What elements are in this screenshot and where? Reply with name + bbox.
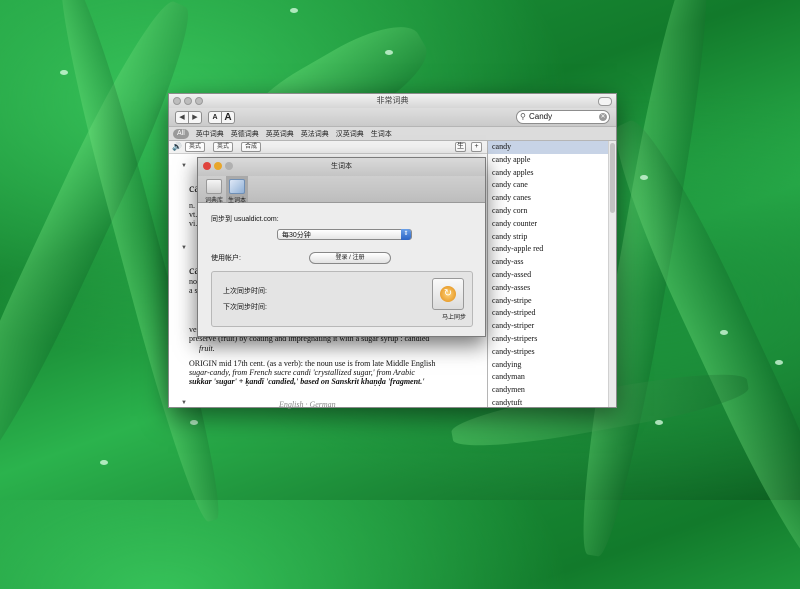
disclosure-triangle-icon[interactable]: ▼ xyxy=(181,245,187,251)
sync-to-label: 同步到 usualdict.com: xyxy=(211,216,279,223)
search-icon: ⚲ xyxy=(520,112,526,121)
fruit-line: fruit. xyxy=(199,344,215,353)
clear-search-icon[interactable]: ✕ xyxy=(599,113,607,121)
word-list-item[interactable]: candy-stripe xyxy=(488,295,616,308)
vocab-book-icon xyxy=(229,179,245,194)
pronunciation-bar: 🔊 英式 英式 合成 生 + xyxy=(169,141,487,154)
search-input[interactable]: ⚲ Candy ✕ xyxy=(516,110,610,124)
login-register-button[interactable]: 登录 / 注册 xyxy=(309,252,391,264)
tab-zh-en[interactable]: 汉英词典 xyxy=(336,129,364,139)
window-title: 非常词典 xyxy=(376,96,409,105)
search-value: Candy xyxy=(529,112,553,121)
zoom-button[interactable] xyxy=(195,97,203,105)
sync-now-label: 马上同步 xyxy=(441,315,466,321)
select-arrows-icon: ⇕ xyxy=(401,229,411,240)
close-button[interactable] xyxy=(173,97,181,105)
word-list-item[interactable]: candy canes xyxy=(488,192,616,205)
word-list-item[interactable]: candy cane xyxy=(488,179,616,192)
word-list-item[interactable]: candy-asses xyxy=(488,282,616,295)
word-list-scrollbar[interactable] xyxy=(608,141,616,407)
origin-text: ORIGIN mid 17th cent. (as a verb): the n… xyxy=(189,359,436,386)
forward-button[interactable]: ▶ xyxy=(189,111,202,124)
scrollbar-thumb[interactable] xyxy=(610,143,615,213)
vocabulary-dialog: 生词本 词典库 生词本 同步到 usualdict.com: 每30分钟 ⇕ 使… xyxy=(197,157,486,337)
next-sync-label: 下次同步时间: xyxy=(223,304,267,311)
word-list-item[interactable]: candymen xyxy=(488,384,616,397)
definition-lines-top: n. vt. vi. xyxy=(189,201,198,228)
back-button[interactable]: ◀ xyxy=(175,111,189,124)
word-list-item[interactable]: candy counter xyxy=(488,218,616,231)
word-list-pane: candy candy apple candy apples candy cane ca… xyxy=(488,141,616,407)
disclosure-triangle-icon[interactable]: ▼ xyxy=(181,400,187,406)
dialog-zoom-button[interactable] xyxy=(225,162,233,170)
dictionary-tabs: All 英中词典 英德词典 英英词典 英法词典 汉英词典 生词本 xyxy=(169,127,616,141)
sync-now-button[interactable]: ↻ xyxy=(432,278,464,310)
tab-en-de[interactable]: 英德词典 xyxy=(231,129,259,139)
disclosure-triangle-icon[interactable]: ▼ xyxy=(181,163,187,169)
window-titlebar[interactable]: 非常词典 xyxy=(169,94,616,108)
word-list-item[interactable]: candy xyxy=(488,141,616,154)
word-list-item[interactable]: candy-apple red xyxy=(488,243,616,256)
tab-dictionary-library[interactable]: 词典库 xyxy=(203,176,225,204)
word-list-item[interactable]: candying xyxy=(488,359,616,372)
word-list-item[interactable]: candy apple xyxy=(488,154,616,167)
add-button[interactable]: + xyxy=(471,142,482,152)
word-list-item[interactable]: candy-striped xyxy=(488,307,616,320)
tab-en-en[interactable]: 英英词典 xyxy=(266,129,294,139)
sync-interval-select[interactable]: 每30分钟 ⇕ xyxy=(277,229,412,240)
word-list-item[interactable]: candy-assed xyxy=(488,269,616,282)
sync-status-box: 上次同步时间: 下次同步时间: ↻ 马上同步 xyxy=(211,271,473,327)
minimize-button[interactable] xyxy=(184,97,192,105)
tab-vocabulary[interactable]: 生词本 xyxy=(371,129,392,139)
window-controls xyxy=(173,97,203,105)
section-header: English · German xyxy=(279,400,336,409)
sync-interval-value: 每30分钟 xyxy=(282,232,311,239)
word-list-item[interactable]: candytuft xyxy=(488,397,616,410)
new-word-button[interactable]: 生 xyxy=(455,142,466,152)
word-list-item[interactable]: candyman xyxy=(488,371,616,384)
word-list-item[interactable]: candy-ass xyxy=(488,256,616,269)
word-list-item[interactable]: candy corn xyxy=(488,205,616,218)
toolbar: ◀ ▶ A A ⚲ Candy ✕ xyxy=(169,108,616,127)
speaker-icon[interactable]: 🔊 xyxy=(172,142,182,151)
dialog-title: 生词本 xyxy=(331,163,352,170)
last-sync-label: 上次同步时间: xyxy=(223,288,267,295)
tab-en-zh[interactable]: 英中词典 xyxy=(196,129,224,139)
word-list: candy candy apple candy apples candy cane ca… xyxy=(488,141,616,410)
tab-en-fr[interactable]: 英法词典 xyxy=(301,129,329,139)
word-list-item[interactable]: candy-stripers xyxy=(488,333,616,346)
british-pron-button[interactable]: 英式 xyxy=(185,142,206,152)
font-smaller-button[interactable]: A xyxy=(208,111,222,124)
dialog-minimize-button[interactable] xyxy=(214,162,222,170)
library-icon xyxy=(206,179,222,194)
toolbar-toggle-button[interactable] xyxy=(598,97,612,106)
account-label: 使用帐户: xyxy=(211,255,241,262)
word-list-item[interactable]: candy strip xyxy=(488,231,616,244)
font-larger-button[interactable]: A xyxy=(222,111,235,124)
tab-all[interactable]: All xyxy=(173,128,189,139)
dialog-close-button[interactable] xyxy=(203,162,211,170)
dialog-titlebar[interactable]: 生词本 xyxy=(198,158,485,176)
word-list-item[interactable]: candy-striper xyxy=(488,320,616,333)
word-list-item[interactable]: candy-stripes xyxy=(488,346,616,359)
tab-vocabulary-book[interactable]: 生词本 xyxy=(226,176,248,204)
sync-icon: ↻ xyxy=(440,286,456,302)
dialog-tabs: 词典库 生词本 xyxy=(198,176,485,204)
word-list-item[interactable]: candy apples xyxy=(488,167,616,180)
combined-pron-button[interactable]: 合成 xyxy=(241,142,262,152)
american-pron-button[interactable]: 英式 xyxy=(213,142,234,152)
